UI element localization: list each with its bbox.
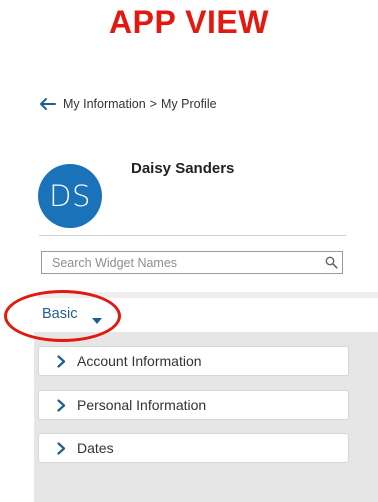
breadcrumb: My Information > My Profile — [39, 94, 217, 114]
search-box[interactable] — [41, 251, 343, 274]
back-arrow-icon[interactable] — [39, 97, 57, 111]
highlight-annotation — [4, 290, 121, 342]
search-icon[interactable] — [325, 256, 338, 269]
app-view-banner: APP VIEW — [109, 4, 269, 40]
section-label: Personal Information — [77, 397, 207, 413]
chevron-right-icon — [57, 441, 66, 455]
chevron-right-icon — [57, 398, 66, 412]
section-dates[interactable]: Dates — [38, 433, 349, 463]
chevron-right-icon — [57, 354, 66, 368]
section-personal-information[interactable]: Personal Information — [38, 390, 349, 420]
header-divider — [39, 235, 346, 236]
section-account-information[interactable]: Account Information — [38, 346, 349, 376]
breadcrumb-current: My Profile — [160, 97, 217, 111]
section-label: Dates — [77, 440, 114, 456]
section-label: Account Information — [77, 353, 202, 369]
profile-name: Daisy Sanders — [131, 160, 235, 177]
search-input[interactable] — [42, 252, 312, 273]
breadcrumb-parent-link[interactable]: My Information — [63, 97, 146, 111]
avatar: DS — [38, 164, 102, 228]
breadcrumb-separator: > — [149, 97, 157, 111]
